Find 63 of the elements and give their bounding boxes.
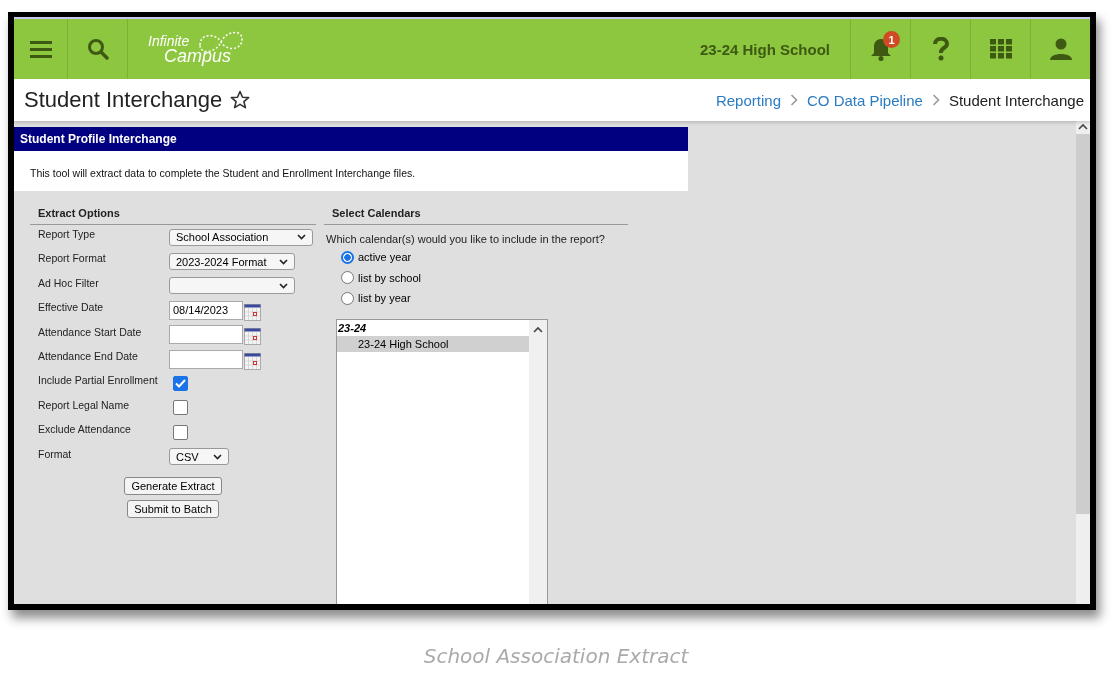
field-label: Effective Date — [38, 300, 105, 314]
calendar-group: 23-24 — [337, 319, 529, 336]
date-field[interactable] — [169, 349, 243, 369]
help-icon — [932, 37, 949, 61]
list-scrollbar[interactable] — [529, 319, 547, 604]
field-label: Report Legal Name — [38, 397, 131, 411]
radio-button[interactable] — [341, 291, 354, 305]
calendar-list[interactable]: 23-24 23-24 High School — [336, 318, 548, 604]
caret-icon — [279, 258, 288, 265]
calendar-icon[interactable] — [244, 352, 261, 370]
calendar-icon[interactable] — [244, 328, 261, 346]
menu-icon — [29, 40, 52, 58]
notification-badge: 1 — [883, 31, 900, 48]
action-button[interactable]: Generate Extract — [124, 476, 222, 495]
page-title: Student Interchange — [24, 87, 223, 113]
breadcrumb-link[interactable]: CO Data Pipeline — [807, 91, 923, 109]
field-label: Format — [38, 446, 73, 460]
radio-button[interactable] — [341, 271, 354, 285]
scroll-up-icon[interactable] — [1078, 123, 1088, 130]
caret-icon — [279, 282, 288, 289]
radio-label: list by school — [358, 271, 421, 284]
question-text: Which calendar(s) would you like to include in the report? — [325, 232, 606, 247]
user-icon — [1049, 38, 1072, 60]
checkbox[interactable] — [173, 424, 188, 440]
page-scrollbar[interactable] — [1076, 121, 1090, 604]
school-name[interactable]: 23-24 High School — [699, 40, 830, 58]
checkbox[interactable] — [173, 400, 188, 416]
radio-button[interactable] — [341, 250, 354, 264]
star-icon[interactable] — [230, 90, 251, 110]
dropdown[interactable] — [169, 277, 295, 295]
calendar-icon[interactable] — [244, 303, 261, 321]
field-label: Report Type — [38, 227, 96, 240]
field-label: Include Partial Enrollment — [38, 373, 159, 387]
section-heading: Select Calendars — [324, 203, 628, 225]
caret-icon — [213, 453, 222, 460]
dropdown[interactable]: 2023-2024 Format — [169, 253, 295, 271]
breadcrumb-current: Student Interchange — [948, 91, 1084, 109]
field-label: Exclude Attendance — [38, 422, 132, 436]
chevron-icon — [931, 94, 940, 106]
panel-description: This tool will extract data to complete the Student and Enrollment Interchange files. — [14, 151, 688, 191]
logo: Infinite Campus — [148, 29, 248, 69]
field-label: Attendance Start Date — [38, 324, 143, 338]
date-field[interactable] — [169, 325, 243, 345]
search-icon — [86, 38, 109, 60]
field-label: Report Format — [38, 251, 107, 265]
dropdown[interactable]: CSV — [169, 448, 229, 466]
checkbox[interactable] — [173, 376, 188, 392]
date-field[interactable]: 08/14/2023 — [169, 300, 243, 320]
panel-header: Student Profile Interchange — [14, 127, 688, 151]
field-label: Ad Hoc Filter — [38, 275, 100, 289]
radio-label: active year — [358, 251, 412, 264]
grid-icon — [989, 39, 1012, 59]
breadcrumb-link[interactable]: Reporting — [715, 91, 781, 109]
scroll-up-icon[interactable] — [533, 325, 543, 333]
image-caption: School Association Extract — [422, 644, 690, 668]
dropdown[interactable]: School Association — [169, 228, 313, 246]
chevron-icon — [790, 94, 798, 106]
field-label: Attendance End Date — [38, 348, 139, 362]
action-button[interactable]: Submit to Batch — [127, 499, 219, 518]
caret-icon — [297, 234, 306, 241]
radio-label: list by year — [358, 292, 411, 305]
calendar-item[interactable]: 23-24 High School — [337, 335, 529, 352]
section-heading: Extract Options — [30, 203, 316, 225]
